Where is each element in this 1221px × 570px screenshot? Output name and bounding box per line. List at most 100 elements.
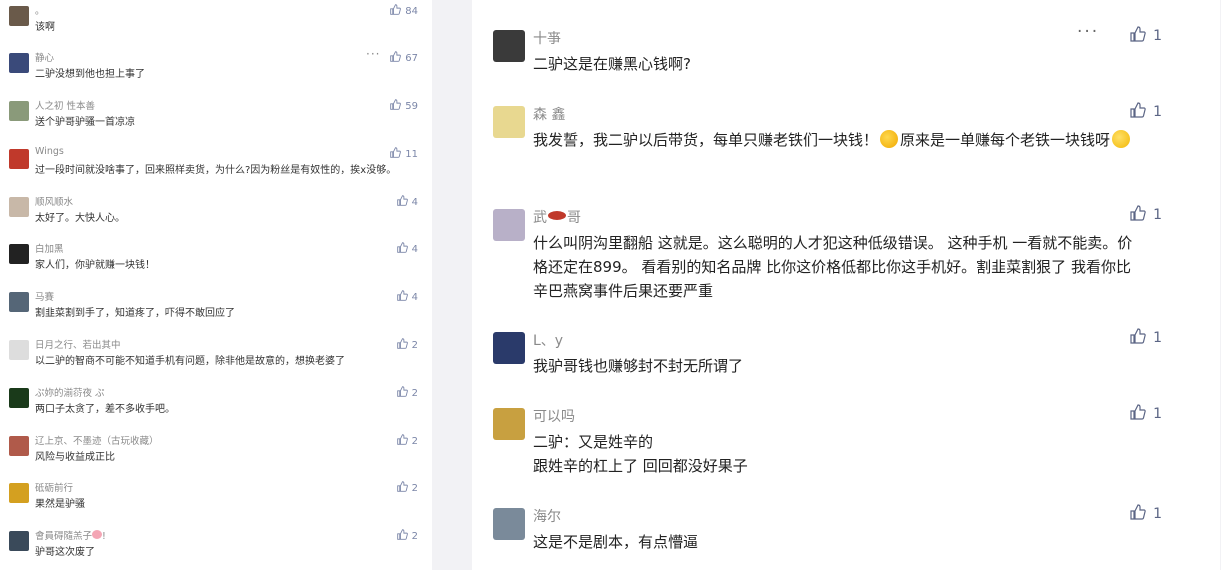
like-count: 4 [411, 244, 418, 255]
comment-username[interactable]: 马賽 [35, 289, 54, 303]
like-count: 1 [1153, 406, 1162, 422]
comment-text-part: 原来是一单赚每个老铁一块钱呀 [900, 131, 1111, 149]
username-text: 哥 [567, 210, 581, 226]
like-button[interactable]: 1 [1130, 328, 1162, 346]
like-button[interactable]: 1 [1130, 26, 1162, 44]
comment-text: 风险与收益成正比 [35, 452, 115, 463]
avatar[interactable] [9, 197, 29, 217]
username-suffix: ! [102, 531, 106, 542]
comment-text-line: 跟姓辛的杠上了 回回都没好果子 [533, 457, 748, 475]
comment-username[interactable]: ぷ妳的湔葕夜 ぷ [35, 385, 105, 399]
avatar[interactable] [493, 332, 525, 364]
like-button[interactable]: 4 [396, 290, 418, 303]
left-comment-panel: 。 该啊 84 静心 二驴没想到他也担上事了 ··· 67 人之初 性本善 送个… [0, 0, 432, 570]
comment-username[interactable]: L、y [533, 330, 563, 350]
like-button[interactable]: 2 [396, 529, 418, 542]
like-button[interactable]: 2 [396, 481, 418, 494]
comment-username[interactable]: 可以吗 [533, 406, 575, 426]
pig-emoji-icon [92, 530, 103, 539]
thumbs-up-icon [390, 99, 402, 110]
thumbs-up-icon [396, 481, 408, 492]
comment-username[interactable]: 會員碍隨羔子! [35, 528, 106, 542]
comment-username[interactable]: 武哥 [533, 207, 581, 227]
thumbs-up-icon [1130, 328, 1146, 344]
like-count: 84 [405, 6, 418, 17]
comment-text: 两口子太贪了，差不多收手吧。 [35, 404, 175, 415]
like-button[interactable]: 2 [396, 386, 418, 399]
comment-text: 果然是驴骚 [35, 499, 85, 510]
like-count: 2 [411, 483, 418, 494]
comment-text: 割韭菜割到手了，知道疼了，吓得不敢回应了 [35, 308, 235, 319]
like-count: 1 [1153, 330, 1162, 346]
like-count: 67 [405, 53, 418, 64]
avatar[interactable] [493, 30, 525, 62]
comment-text: 二驴没想到他也担上事了 [35, 69, 145, 80]
like-button[interactable]: 2 [396, 338, 418, 351]
avatar[interactable] [9, 388, 29, 408]
like-button[interactable]: 11 [390, 147, 418, 160]
comment-username[interactable]: 顺风顺水 [35, 194, 73, 208]
comment-item: 静心 二驴没想到他也担上事了 ··· 67 [0, 47, 432, 94]
comment-text: 我驴哥钱也赚够封不封无所谓了 [533, 357, 744, 375]
avatar[interactable] [9, 483, 29, 503]
avatar[interactable] [9, 531, 29, 551]
avatar[interactable] [9, 6, 29, 26]
more-dots-icon[interactable]: ··· [1077, 22, 1099, 42]
avatar[interactable] [493, 106, 525, 138]
username-text: 武 [533, 210, 547, 226]
like-button[interactable]: 67 [390, 51, 418, 64]
thumbs-up-icon [396, 529, 408, 540]
like-count: 1 [1153, 104, 1162, 120]
avatar[interactable] [493, 209, 525, 241]
comment-username[interactable]: 白加黑 [35, 241, 64, 255]
comment-username[interactable]: 人之初 性本善 [35, 98, 95, 112]
avatar[interactable] [9, 340, 29, 360]
avatar[interactable] [9, 53, 29, 73]
like-button[interactable]: 1 [1130, 404, 1162, 422]
like-button[interactable]: 59 [390, 99, 418, 112]
thumbs-up-icon [396, 290, 408, 301]
comment-text: 什么叫阴沟里翻船 这就是。这么聪明的人才犯这种低级错误。 这种手机 一看就不能卖… [533, 234, 1133, 300]
like-count: 4 [411, 197, 418, 208]
comment-username[interactable]: 海尔 [533, 506, 561, 526]
comment-username[interactable]: 砥砺前行 [35, 480, 73, 494]
comment-username[interactable]: 森 鑫 [533, 104, 565, 124]
avatar[interactable] [9, 292, 29, 312]
like-button[interactable]: 4 [396, 242, 418, 255]
comment-item: 森 鑫 我发誓，我二驴以后带货，每单只赚老铁们一块钱！ 原来是一单赚每个老铁一块钱… [472, 102, 1220, 184]
comment-item: 可以吗 二驴：又是姓辛的跟姓辛的杠上了 回回都没好果子 1 [472, 404, 1220, 482]
comment-username[interactable]: 。 [35, 3, 45, 17]
thumbs-up-icon [1130, 404, 1146, 420]
thumbs-up-icon [390, 51, 402, 62]
avatar[interactable] [9, 101, 29, 121]
comment-text: 太好了。大快人心。 [35, 213, 125, 224]
lips-emoji-icon [548, 211, 566, 220]
avatar[interactable] [9, 436, 29, 456]
avatar[interactable] [9, 149, 29, 169]
like-button[interactable]: 1 [1130, 205, 1162, 223]
like-button[interactable]: 2 [396, 434, 418, 447]
more-dots-icon[interactable]: ··· [366, 47, 380, 61]
comment-username[interactable]: 辽上京、不墨迹（古玩收藏） [35, 433, 159, 447]
like-count: 2 [411, 340, 418, 351]
thumbs-up-icon [390, 147, 402, 158]
thumbs-up-icon [396, 242, 408, 253]
like-count: 11 [405, 149, 418, 160]
like-count: 2 [411, 388, 418, 399]
comment-text-line: 二驴：又是姓辛的 [533, 433, 654, 451]
like-button[interactable]: 4 [396, 195, 418, 208]
comment-username[interactable]: 十亊 [533, 28, 561, 48]
comment-username[interactable]: 日月之行、若出其中 [35, 337, 121, 351]
comment-username[interactable]: 静心 [35, 50, 54, 64]
like-button[interactable]: 1 [1130, 102, 1162, 120]
avatar[interactable] [493, 508, 525, 540]
like-button[interactable]: 1 [1130, 504, 1162, 522]
thumbs-up-icon [1130, 205, 1146, 221]
comment-item: 马賽 割韭菜割到手了，知道疼了，吓得不敢回应了 4 [0, 286, 432, 333]
comment-item: 顺风顺水 太好了。大快人心。 4 [0, 191, 432, 238]
avatar[interactable] [9, 244, 29, 264]
comment-username[interactable]: Wings [35, 146, 64, 157]
like-button[interactable]: 84 [390, 4, 418, 17]
avatar[interactable] [493, 408, 525, 440]
comment-item: Wings 过一段时间就没啥事了，回来照样卖货，为什么?因为粉丝是有奴性的，挨x… [0, 143, 432, 190]
